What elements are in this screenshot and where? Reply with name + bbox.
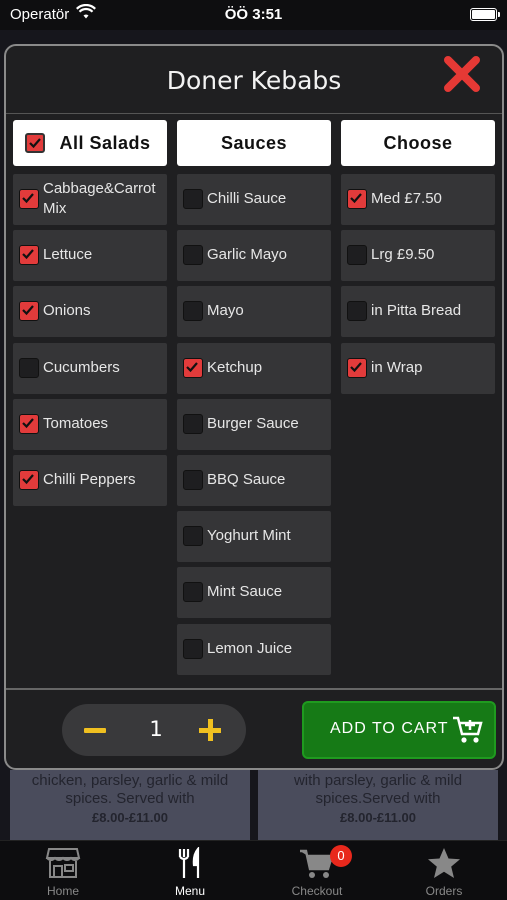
decrease-quantity-button[interactable] (84, 728, 106, 733)
checkbox-unchecked-icon[interactable] (183, 470, 203, 490)
product-options-modal: Doner Kebabs All Salads Sauces Choose Ca… (4, 44, 504, 770)
clock: ÖÖ 3:51 (224, 6, 283, 23)
tab-bar: Home Menu Checkout Orders (0, 840, 507, 900)
option-label: Cabbage&Carrot Mix (43, 180, 156, 217)
checkbox-unchecked-icon[interactable] (183, 245, 203, 266)
menu-card[interactable]: chicken, parsley, garlic & mild spices. … (10, 770, 250, 840)
checkbox-checked-icon[interactable] (183, 357, 203, 378)
checkbox-checked-icon[interactable] (19, 470, 39, 490)
tab-orders[interactable]: Orders (381, 841, 507, 900)
option-label: Burger Sauce (207, 414, 299, 432)
option-label: Lrg £9.50 (371, 246, 435, 264)
option-salads[interactable]: Chilli Peppers (13, 455, 167, 506)
option-sauces[interactable]: Chilli Sauce (177, 174, 331, 225)
checkout-badge: 0 (330, 845, 352, 867)
option-sauces[interactable]: Ketchup (177, 342, 331, 394)
option-choose[interactable]: in Wrap (341, 342, 495, 394)
option-salads[interactable]: Lettuce (13, 230, 167, 282)
option-label: in Wrap (371, 358, 423, 376)
close-icon (444, 56, 480, 92)
checkbox-checked-icon[interactable] (19, 189, 39, 209)
option-label: Cucumbers (43, 358, 120, 376)
option-label: BBQ Sauce (207, 471, 286, 488)
option-sauces[interactable]: BBQ Sauce (177, 455, 331, 506)
tab-label: Menu (174, 884, 206, 898)
cart-plus-icon (452, 715, 484, 749)
checkbox-unchecked-icon[interactable] (183, 413, 203, 434)
menu-card-price: £8.00-£11.00 (92, 810, 168, 825)
modal-footer: 1 ADD TO CART (6, 688, 502, 768)
battery-icon (470, 8, 500, 21)
menu-card-description: with parsley, garlic & mild spices.Serve… (293, 772, 463, 807)
option-sauces[interactable]: Mint Sauce (177, 567, 331, 619)
checkbox-checked-icon[interactable] (347, 189, 367, 209)
checkbox-unchecked-icon[interactable] (183, 189, 203, 209)
option-label: Lemon Juice (207, 639, 293, 657)
checkbox-unchecked-icon[interactable] (183, 526, 203, 547)
modal-title: Doner Kebabs (166, 66, 342, 95)
tab-label: Orders (425, 884, 463, 898)
option-sauces[interactable]: Garlic Mayo (177, 230, 331, 282)
option-sauces[interactable]: Lemon Juice (177, 623, 331, 675)
option-label: Chilli Peppers (43, 471, 136, 488)
quantity-value: 1 (149, 717, 163, 741)
option-label: Lettuce (43, 246, 93, 264)
menu-card[interactable]: with parsley, garlic & mild spices.Serve… (258, 770, 498, 840)
checkbox-checked-icon[interactable] (347, 357, 367, 378)
menu-card-description: chicken, parsley, garlic & mild spices. … (31, 772, 229, 807)
checkbox-checked-icon[interactable] (19, 245, 39, 266)
checkbox-unchecked-icon[interactable] (183, 638, 203, 659)
star-icon (426, 847, 462, 879)
option-label: Mint Sauce (207, 583, 283, 601)
option-sauces[interactable]: Yoghurt Mint (177, 511, 331, 563)
option-sauces[interactable]: Burger Sauce (177, 398, 331, 450)
quantity-stepper: 1 (62, 704, 246, 756)
checkbox-unchecked-icon[interactable] (19, 357, 39, 378)
checkbox-checked-icon[interactable] (19, 301, 39, 322)
menu-card-price: £8.00-£11.00 (340, 810, 416, 825)
increase-quantity-button[interactable] (199, 719, 221, 741)
option-label: Mayo (207, 302, 244, 320)
tab-home[interactable]: Home (0, 841, 126, 900)
option-label: Tomatoes (43, 414, 109, 432)
option-choose[interactable]: Lrg £9.50 (341, 230, 495, 282)
option-salads[interactable]: Cabbage&Carrot Mix (13, 174, 167, 225)
add-to-cart-button[interactable]: ADD TO CART (302, 701, 496, 759)
checkbox-unchecked-icon[interactable] (347, 301, 367, 322)
checkbox-unchecked-icon[interactable] (183, 582, 203, 603)
checkbox-unchecked-icon[interactable] (347, 245, 367, 266)
option-choose[interactable]: in Pitta Bread (341, 286, 495, 338)
column-header-sauces: Sauces (177, 120, 331, 166)
option-label: Chilli Sauce (207, 190, 287, 207)
tab-label: Home (46, 884, 79, 898)
all-salads-toggle[interactable]: All Salads (13, 120, 167, 166)
tab-menu[interactable]: Menu (127, 841, 253, 900)
checkbox-checked-icon (25, 133, 45, 153)
option-sauces[interactable]: Mayo (177, 286, 331, 338)
option-choose[interactable]: Med £7.50 (341, 174, 495, 225)
option-salads[interactable]: Cucumbers (13, 342, 167, 394)
tab-checkout[interactable]: Checkout (254, 841, 380, 900)
option-label: in Pitta Bread (371, 302, 462, 320)
column-header-choose: Choose (341, 120, 495, 166)
option-label: Med £7.50 (371, 190, 442, 207)
option-salads[interactable]: Onions (13, 286, 167, 338)
close-button[interactable] (440, 52, 484, 96)
tab-label: Checkout (291, 884, 343, 898)
option-salads[interactable]: Tomatoes (13, 398, 167, 450)
status-bar: Operatör ÖÖ 3:51 (0, 0, 507, 30)
column-header-salads: All Salads (59, 133, 151, 153)
modal-header: Doner Kebabs (6, 46, 502, 114)
option-label: Onions (43, 302, 91, 320)
option-label: Garlic Mayo (207, 246, 288, 264)
option-label: Yoghurt Mint (207, 527, 291, 545)
option-label: Ketchup (207, 358, 263, 376)
store-icon (45, 847, 81, 879)
checkbox-checked-icon[interactable] (19, 413, 39, 434)
fork-knife-icon (172, 845, 208, 879)
add-to-cart-label: ADD TO CART (330, 720, 449, 737)
checkbox-unchecked-icon[interactable] (183, 301, 203, 322)
